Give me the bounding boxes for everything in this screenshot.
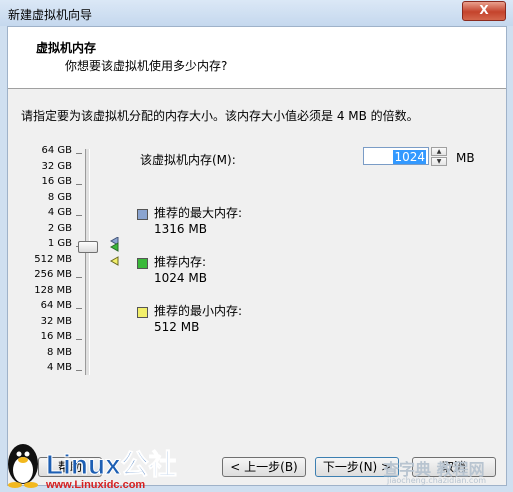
recommended-markers [109, 237, 119, 266]
memory-unit: MB [456, 151, 475, 165]
watermark-url: www.Linuxidc.com [45, 479, 145, 491]
scale-label: 16 GB [41, 176, 72, 187]
min-memory-info: 推荐的最小内存: 512 MB [154, 303, 242, 335]
memory-value: 1024 [393, 150, 426, 164]
scale-label: 4 GB [47, 207, 72, 218]
slider-tick [76, 308, 82, 309]
slider-tick [76, 215, 82, 216]
min-marker-icon [109, 256, 119, 266]
recommended-memory-label: 推荐内存: [154, 255, 207, 269]
scale-label: 256 MB [34, 269, 72, 280]
scale-label: 1 GB [47, 238, 72, 249]
recommended-memory-value: 1024 MB [154, 271, 207, 285]
window-title: 新建虚拟机向导 [8, 8, 93, 22]
slider-tick [76, 277, 82, 278]
wizard-header: 虚拟机内存 你想要该虚拟机使用多少内存? [8, 27, 506, 89]
close-button[interactable]: X [462, 1, 506, 21]
max-memory-value: 1316 MB [154, 222, 207, 236]
memory-spinbox[interactable]: 1024 ▲ ▼ [363, 147, 447, 167]
scale-label: 2 GB [47, 222, 72, 234]
scale-label: 64 GB [41, 145, 72, 156]
max-memory-swatch [137, 209, 148, 220]
scale-label: 8 GB [47, 191, 72, 203]
slider-tick [76, 370, 82, 371]
scale-label: 128 MB [34, 284, 72, 296]
slider-tick [76, 153, 82, 154]
watermark-logo-text: Linux公社 [46, 449, 177, 480]
scale-label: 16 MB [40, 331, 72, 342]
memory-input[interactable]: 1024 [363, 147, 429, 165]
title-bar[interactable]: 新建虚拟机向导 X [0, 0, 513, 26]
instruction-text: 请指定要为该虚拟机分配的内存大小。该内存大小值必须是 4 MB 的倍数。 [21, 109, 419, 123]
watermark-site-url: jiaocheng.chazidian.com [387, 476, 487, 485]
scale-label: 4 MB [46, 362, 72, 373]
scale-label: 512 MB [34, 253, 72, 265]
slider-tick [76, 339, 82, 340]
min-memory-value: 512 MB [154, 320, 200, 334]
back-button[interactable]: < 上一步(B) [222, 457, 306, 477]
tux-penguin-icon [8, 444, 38, 488]
page-title: 虚拟机内存 [36, 41, 97, 55]
spin-down-button[interactable]: ▼ [431, 157, 447, 166]
max-memory-label: 推荐的最大内存: [154, 206, 243, 220]
min-memory-label: 推荐的最小内存: [154, 304, 243, 318]
close-icon: X [479, 3, 489, 17]
memory-scale-labels: 64 GB 32 GB 16 GB 8 GB 4 GB 2 GB 1 GB 51… [16, 145, 72, 385]
memory-slider-track[interactable] [85, 149, 90, 375]
slider-tick [76, 184, 82, 185]
scale-label: 8 MB [46, 346, 72, 358]
recommended-memory-info: 推荐内存: 1024 MB [154, 254, 207, 286]
scale-label: 32 MB [40, 315, 72, 327]
watermark-logo: Linux公社 www.Linuxidc.com [8, 444, 177, 491]
page-subtitle: 你想要该虚拟机使用多少内存? [65, 59, 228, 73]
memory-label: 该虚拟机内存(M): [140, 153, 236, 167]
memory-slider-thumb[interactable] [78, 241, 98, 253]
scale-label: 32 GB [41, 160, 72, 172]
recommended-marker-icon [109, 242, 119, 252]
scale-label: 64 MB [40, 300, 72, 311]
recommended-memory-swatch [137, 258, 148, 269]
spin-up-button[interactable]: ▲ [431, 147, 447, 156]
max-memory-info: 推荐的最大内存: 1316 MB [154, 205, 242, 237]
min-memory-swatch [137, 307, 148, 318]
